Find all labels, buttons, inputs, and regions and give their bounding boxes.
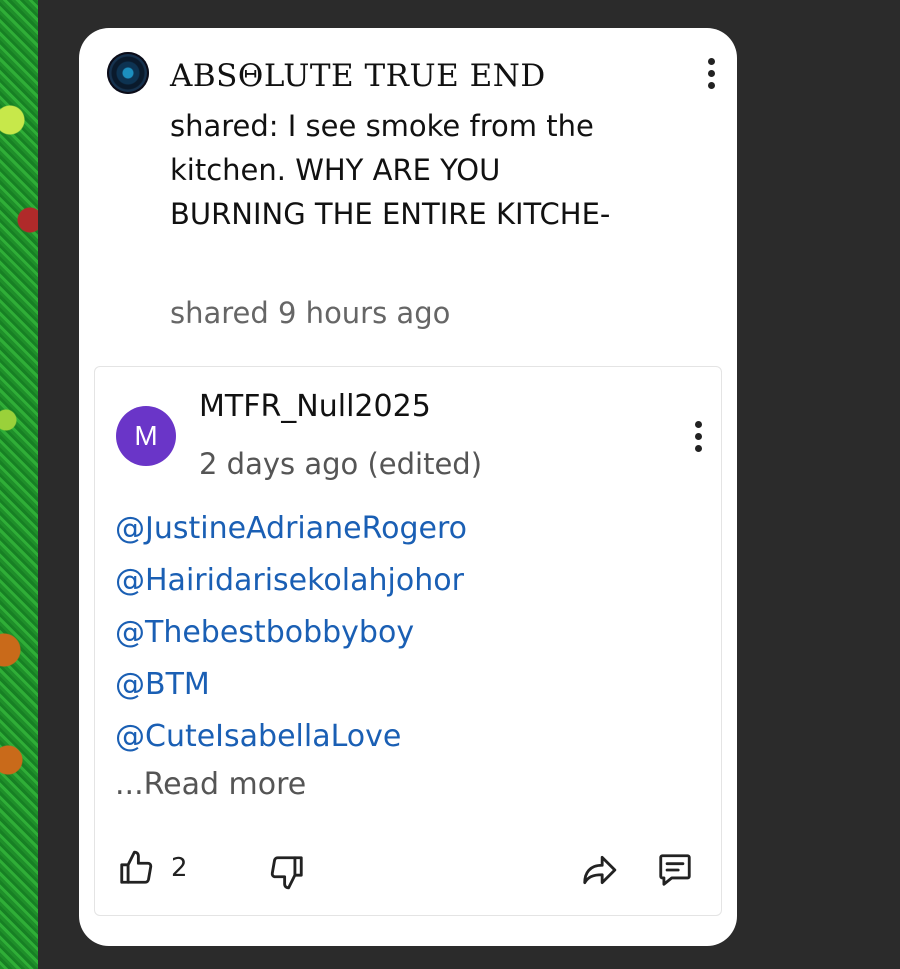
post-body: shared: I see smoke from the kitchen. WH… <box>170 109 611 231</box>
mention-link[interactable]: @CuteIsabellaLove <box>115 711 675 763</box>
mention-link[interactable]: @BTM <box>115 659 675 711</box>
share-icon[interactable] <box>579 851 619 893</box>
post-avatar[interactable] <box>107 52 149 94</box>
comment-card: M MTFR_Null2025 2 days ago (edited) @Jus… <box>94 366 722 916</box>
post-timestamp: shared 9 hours ago <box>170 296 451 330</box>
like-count: 2 <box>171 853 188 883</box>
avatar[interactable]: M <box>116 406 176 466</box>
post-title: ABSΘLUTE TRUE END <box>170 58 546 94</box>
post-card: ABSΘLUTE TRUE END shared: I see smoke fr… <box>79 28 737 946</box>
comment-timestamp: 2 days ago (edited) <box>199 447 483 481</box>
post-more-icon[interactable] <box>699 56 723 92</box>
comment-mentions: @JustineAdrianeRogero @Hairidarisekolahj… <box>115 503 675 763</box>
background-game-strip <box>0 0 38 969</box>
comment-icon[interactable] <box>655 851 695 893</box>
read-more-link[interactable]: ...Read more <box>115 767 306 802</box>
comment-username[interactable]: MTFR_Null2025 <box>199 389 431 424</box>
mention-link[interactable]: @Thebestbobbyboy <box>115 607 675 659</box>
comment-action-bar: 2 <box>95 837 721 897</box>
thumbs-up-icon[interactable] <box>117 849 155 891</box>
mention-link[interactable]: @JustineAdrianeRogero <box>115 503 675 555</box>
comment-more-icon[interactable] <box>686 419 710 455</box>
thumbs-down-icon[interactable] <box>268 853 306 895</box>
mention-link[interactable]: @Hairidarisekolahjohor <box>115 555 675 607</box>
